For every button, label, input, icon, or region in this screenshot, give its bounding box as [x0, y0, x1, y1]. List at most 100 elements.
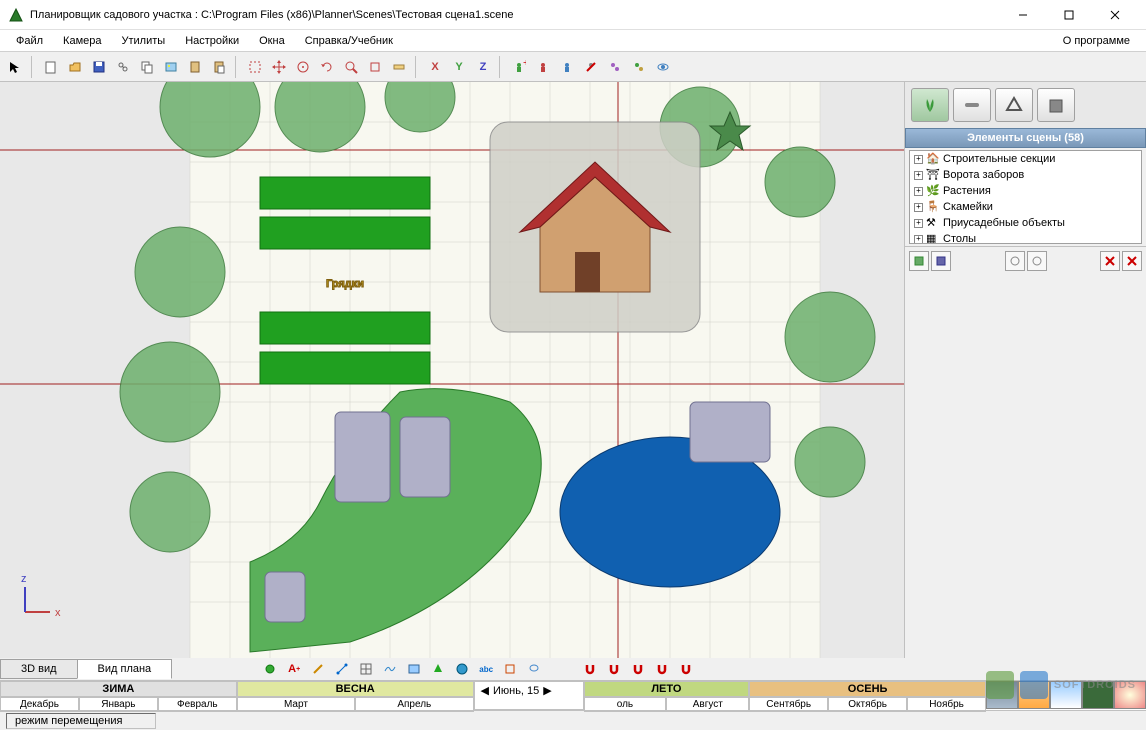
- tree-item-yard[interactable]: +⚒Приусадебные объекты: [910, 215, 1141, 231]
- tree-item-building[interactable]: +🏠Строительные секции: [910, 151, 1141, 167]
- prop-cfg2-icon[interactable]: [1027, 251, 1047, 271]
- tree-item-tables[interactable]: +▦Столы: [910, 231, 1141, 244]
- menu-camera[interactable]: Камера: [53, 32, 111, 50]
- titlebar: Планировщик садового участка : C:\Progra…: [0, 0, 1146, 30]
- remove-icon[interactable]: [580, 56, 602, 78]
- globe-icon[interactable]: [451, 658, 473, 680]
- month-mar[interactable]: Март: [237, 697, 355, 712]
- prev-date-icon[interactable]: ◀: [481, 684, 489, 697]
- target-icon[interactable]: [364, 56, 386, 78]
- menu-file[interactable]: Файл: [6, 32, 53, 50]
- menu-windows[interactable]: Окна: [249, 32, 295, 50]
- add-person-icon[interactable]: +: [508, 56, 530, 78]
- save-icon[interactable]: [88, 56, 110, 78]
- date-picker[interactable]: ◀ Июнь, 15 ▶: [474, 681, 584, 710]
- tools-tab[interactable]: [953, 88, 991, 122]
- scene-tree[interactable]: +🏠Строительные секции +⛩Ворота заборов +…: [909, 150, 1142, 244]
- maximize-button[interactable]: [1046, 1, 1092, 29]
- magnet1-icon[interactable]: [579, 658, 601, 680]
- paste-icon[interactable]: [208, 56, 230, 78]
- add-item-icon[interactable]: [628, 56, 650, 78]
- measure-icon[interactable]: [388, 56, 410, 78]
- text-icon[interactable]: A+: [283, 658, 305, 680]
- season-autumn[interactable]: ОСЕНЬ Сентябрь Октябрь Ноябрь: [749, 681, 986, 710]
- image-icon[interactable]: [160, 56, 182, 78]
- tab-plan-view[interactable]: Вид плана: [77, 659, 173, 679]
- circle-icon[interactable]: [259, 658, 281, 680]
- tree-small-icon[interactable]: [427, 658, 449, 680]
- season-spring[interactable]: ВЕСНА Март Апрель: [237, 681, 474, 710]
- move-icon[interactable]: [268, 56, 290, 78]
- prop-del-icon[interactable]: [1100, 251, 1120, 271]
- next-date-icon[interactable]: ▶: [543, 684, 551, 697]
- canvas-viewport[interactable]: Грядки x z: [0, 82, 904, 658]
- magnet2-icon[interactable]: [603, 658, 625, 680]
- edit-icon[interactable]: [556, 56, 578, 78]
- menu-help[interactable]: Справка/Учебник: [295, 32, 403, 50]
- pan-icon[interactable]: [292, 56, 314, 78]
- month-dec[interactable]: Декабрь: [0, 697, 79, 712]
- month-sep[interactable]: Сентябрь: [749, 697, 828, 712]
- zoom-icon[interactable]: [340, 56, 362, 78]
- abc-icon[interactable]: abc: [475, 658, 497, 680]
- plants-tab[interactable]: [911, 88, 949, 122]
- svg-text:z: z: [21, 573, 27, 585]
- prop-add-icon[interactable]: [909, 251, 929, 271]
- tab-3d-view[interactable]: 3D вид: [0, 659, 78, 679]
- close-button[interactable]: [1092, 1, 1138, 29]
- menu-about[interactable]: О программе: [1053, 32, 1140, 50]
- prop-del2-icon[interactable]: [1122, 251, 1142, 271]
- current-date: Июнь, 15: [493, 685, 539, 697]
- season-winter[interactable]: ЗИМА Декабрь Январь Февраль: [0, 681, 237, 710]
- clipboard-icon[interactable]: [184, 56, 206, 78]
- tree-item-benches[interactable]: +🪑Скамейки: [910, 199, 1141, 215]
- link-icon[interactable]: [112, 56, 134, 78]
- axis-x-button[interactable]: X: [424, 56, 446, 78]
- pic-icon[interactable]: [403, 658, 425, 680]
- magnet3-icon[interactable]: [627, 658, 649, 680]
- zoom-window-icon[interactable]: [244, 56, 266, 78]
- scene-canvas[interactable]: Грядки x z: [0, 82, 904, 658]
- pencil-icon[interactable]: [307, 658, 329, 680]
- shapes-tab[interactable]: [995, 88, 1033, 122]
- add-red-icon[interactable]: [532, 56, 554, 78]
- open-icon[interactable]: [64, 56, 86, 78]
- line-icon[interactable]: [331, 658, 353, 680]
- month-jan[interactable]: Январь: [79, 697, 158, 712]
- month-apr[interactable]: Апрель: [355, 697, 473, 712]
- month-feb[interactable]: Февраль: [158, 697, 237, 712]
- objects-tab[interactable]: [1037, 88, 1075, 122]
- month-nov[interactable]: Ноябрь: [907, 697, 986, 712]
- view-icon[interactable]: [652, 56, 674, 78]
- copy-icon[interactable]: [136, 56, 158, 78]
- pointer-icon[interactable]: [4, 56, 26, 78]
- minimize-button[interactable]: [1000, 1, 1046, 29]
- month-aug[interactable]: Август: [666, 697, 749, 712]
- menu-utilities[interactable]: Утилиты: [112, 32, 176, 50]
- tree-table-icon: ▦: [926, 232, 940, 244]
- wave-icon[interactable]: [379, 658, 401, 680]
- magnet5-icon[interactable]: [675, 658, 697, 680]
- prop-add2-icon[interactable]: [931, 251, 951, 271]
- shape-icon[interactable]: [499, 658, 521, 680]
- tree-bench-icon: 🪑: [926, 200, 940, 214]
- axis-z-button[interactable]: Z: [472, 56, 494, 78]
- month-jul[interactable]: оль: [584, 697, 667, 712]
- watermark: SOFTDROIDS: [986, 671, 1136, 699]
- tree-gate-icon: ⛩: [926, 168, 940, 182]
- month-oct[interactable]: Октябрь: [828, 697, 907, 712]
- prop-cfg-icon[interactable]: [1005, 251, 1025, 271]
- grid-icon[interactable]: [355, 658, 377, 680]
- tree-item-gates[interactable]: +⛩Ворота заборов: [910, 167, 1141, 183]
- season-bar: ЗИМА Декабрь Январь Февраль ВЕСНА Март А…: [0, 680, 1146, 710]
- tree-item-plants[interactable]: +🌿Растения: [910, 183, 1141, 199]
- svg-text:+: +: [523, 60, 526, 69]
- season-summer[interactable]: ЛЕТО оль Август: [584, 681, 750, 710]
- rotate-icon[interactable]: [316, 56, 338, 78]
- lasso-icon[interactable]: [523, 658, 545, 680]
- new-icon[interactable]: [40, 56, 62, 78]
- menu-settings[interactable]: Настройки: [175, 32, 249, 50]
- magnet4-icon[interactable]: [651, 658, 673, 680]
- axis-y-button[interactable]: Y: [448, 56, 470, 78]
- filter-icon[interactable]: [604, 56, 626, 78]
